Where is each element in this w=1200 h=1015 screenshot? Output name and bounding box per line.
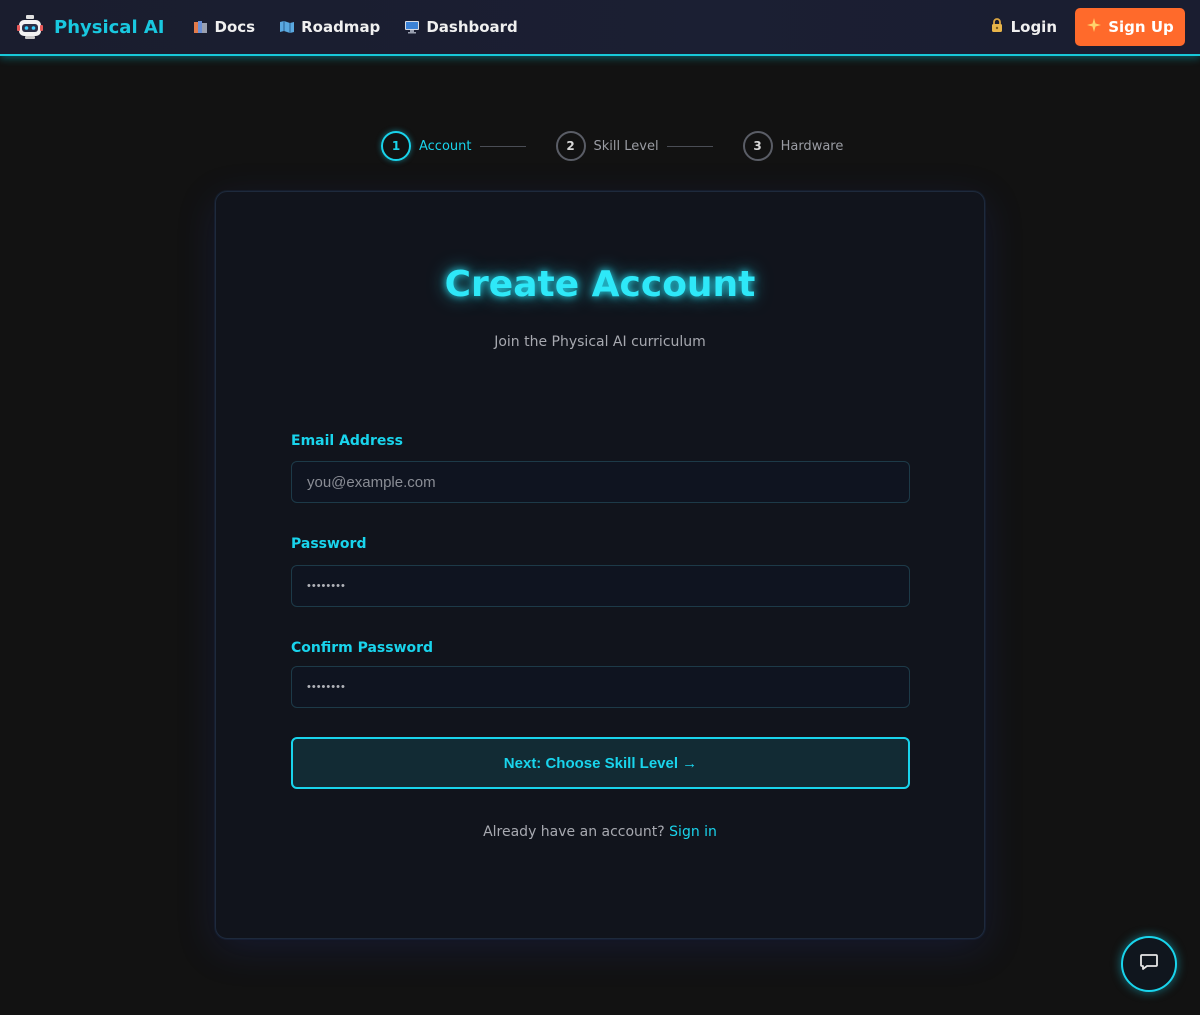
step-connector <box>666 145 713 147</box>
nav-dashboard-label: Dashboard <box>426 18 518 36</box>
books-icon <box>193 20 209 34</box>
nav-roadmap[interactable]: Roadmap <box>279 18 380 36</box>
lock-icon <box>989 17 1005 37</box>
step-number: 3 <box>742 131 773 161</box>
step-number: 2 <box>555 131 586 161</box>
signin-prompt: Already have an account? Sign in <box>216 824 984 840</box>
brand-link[interactable]: Physical AI <box>16 13 165 41</box>
login-label: Login <box>1010 18 1057 36</box>
email-field[interactable]: you@example.com <box>291 461 910 503</box>
step-hardware: 3 Hardware <box>742 131 844 161</box>
step-connector <box>479 145 526 147</box>
step-label: Hardware <box>780 138 844 154</box>
step-number: 1 <box>381 131 411 161</box>
robot-icon <box>16 13 44 41</box>
step-account: 1 Account <box>381 131 472 161</box>
confirm-password-field[interactable]: •••••••• <box>291 666 910 708</box>
top-navbar: Physical AI Docs Roadmap Dashboard Login… <box>0 0 1200 56</box>
brand-name: Physical AI <box>54 16 165 38</box>
confirm-password-label: Confirm Password <box>291 640 434 656</box>
chat-icon <box>1138 951 1160 977</box>
nav-roadmap-label: Roadmap <box>301 18 381 36</box>
step-label: Account <box>419 138 472 154</box>
chat-button[interactable] <box>1121 936 1177 992</box>
step-label: Skill Level <box>593 138 659 154</box>
sparkle-icon <box>1086 17 1102 37</box>
password-label: Password <box>291 536 367 552</box>
nav-docs-label: Docs <box>214 18 256 36</box>
page-title: Create Account <box>444 264 756 305</box>
map-icon <box>279 20 295 34</box>
password-field[interactable]: •••••••• <box>291 565 910 607</box>
step-skill-level: 2 Skill Level <box>555 131 659 161</box>
login-link[interactable]: Login <box>989 17 1057 37</box>
create-account-card: Create Account Join the Physical AI curr… <box>215 191 985 939</box>
signup-button[interactable]: Sign Up <box>1075 8 1185 46</box>
email-label: Email Address <box>291 433 404 449</box>
signin-link[interactable]: Sign in <box>669 824 717 840</box>
signup-label: Sign Up <box>1108 18 1174 36</box>
nav-docs[interactable]: Docs <box>193 18 256 36</box>
nav-dashboard[interactable]: Dashboard <box>404 18 518 36</box>
next-button[interactable]: Next: Choose Skill Level → <box>291 737 910 789</box>
signup-stepper: 1 Account 2 Skill Level 3 Hardware <box>381 131 843 161</box>
computer-icon <box>404 20 420 34</box>
page-subtitle: Join the Physical AI curriculum <box>494 334 706 350</box>
signin-prompt-text: Already have an account? <box>483 824 665 840</box>
